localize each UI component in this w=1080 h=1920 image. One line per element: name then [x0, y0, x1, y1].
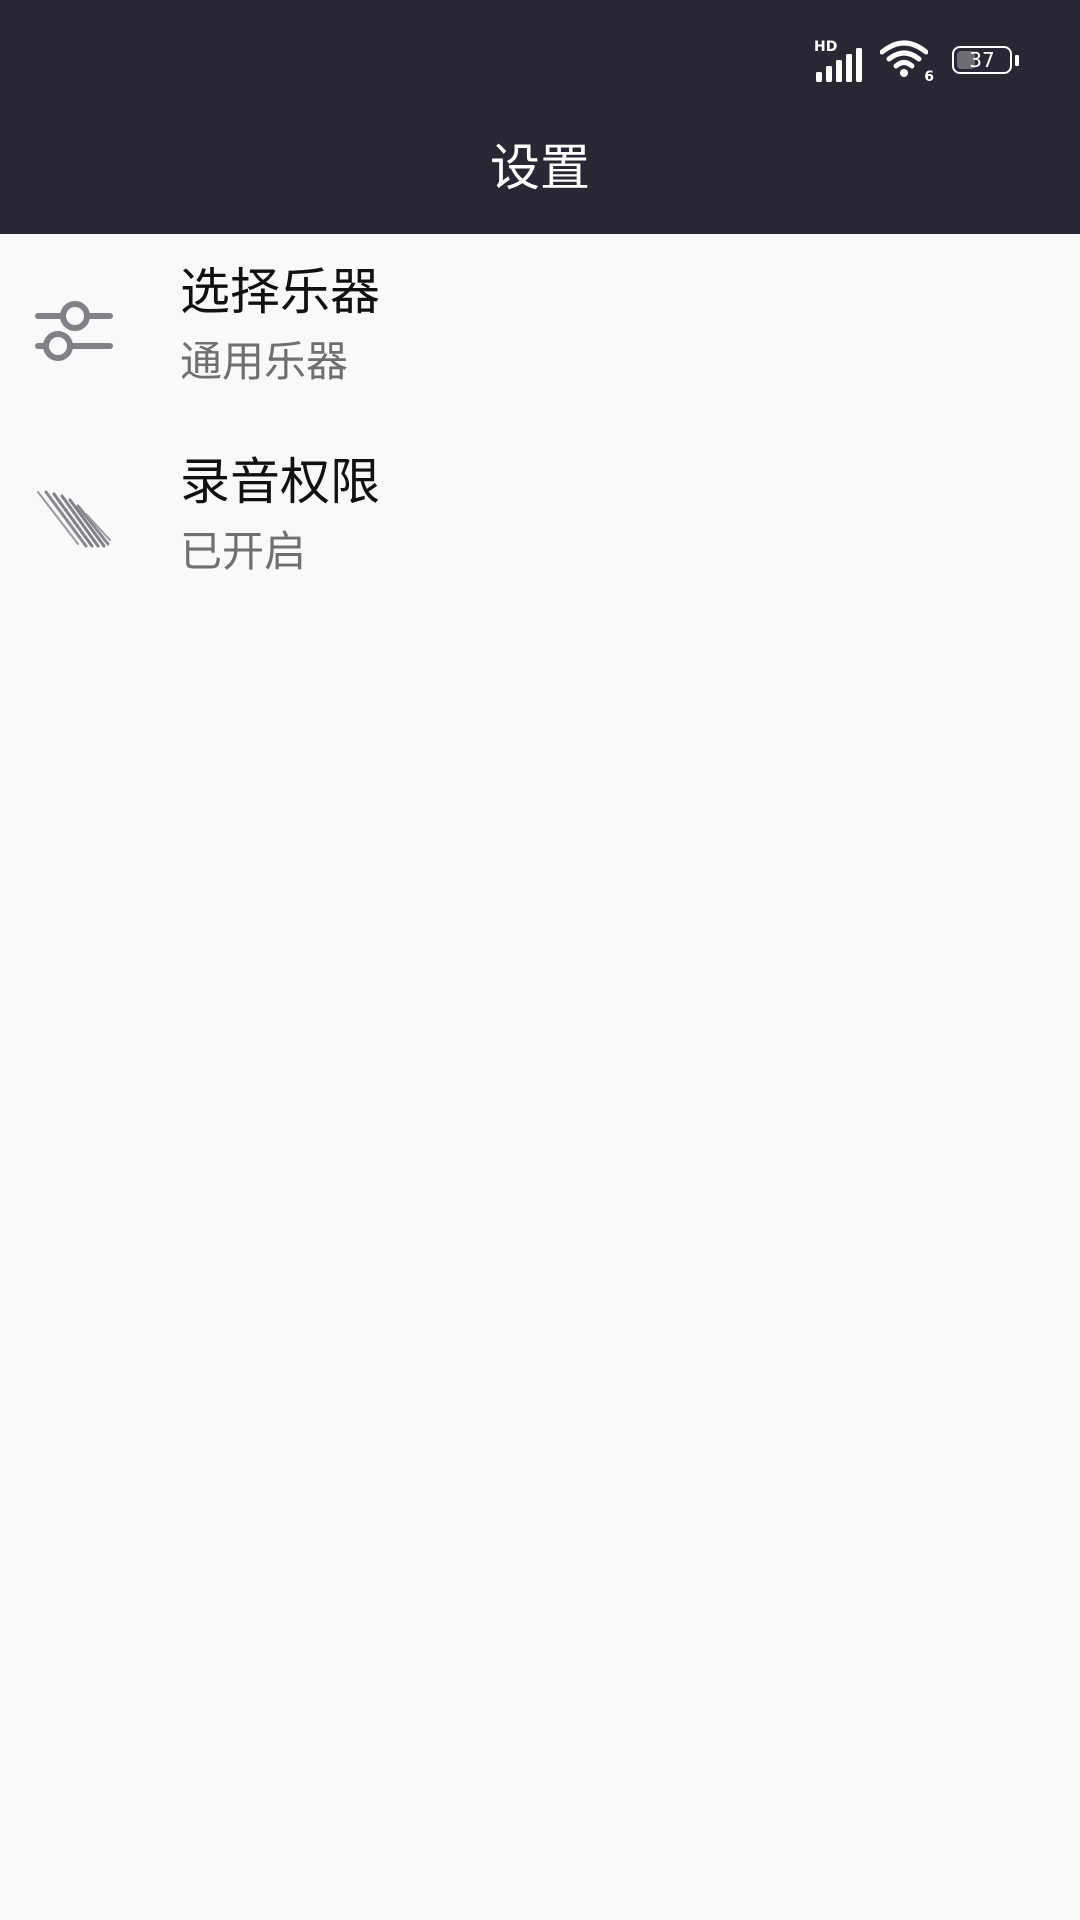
battery-level: 37	[969, 48, 995, 72]
setting-value: 已开启	[180, 527, 307, 576]
battery-icon: 37	[952, 46, 1020, 78]
settings-list: 选择乐器 通用乐器 录音权限 已开启	[0, 234, 1080, 614]
setting-label: 录音权限	[180, 453, 380, 511]
hatch-icon	[34, 480, 114, 560]
wifi-icon: 6	[879, 40, 934, 85]
status-bar: HD 6 37	[0, 0, 1080, 120]
setting-label: 选择乐器	[180, 263, 380, 321]
wifi-6-label: 6	[924, 69, 934, 85]
page-title: 设置	[490, 139, 590, 197]
sliders-icon	[34, 290, 114, 370]
status-icons: HD 6 37	[814, 40, 1020, 84]
setting-select-instrument[interactable]: 选择乐器 通用乐器	[0, 234, 1080, 424]
setting-value: 通用乐器	[180, 337, 349, 386]
cellular-signal-icon: HD	[814, 40, 866, 84]
app-bar: HD 6 37 设置	[0, 0, 1080, 234]
setting-record-permission[interactable]: 录音权限 已开启	[0, 424, 1080, 614]
